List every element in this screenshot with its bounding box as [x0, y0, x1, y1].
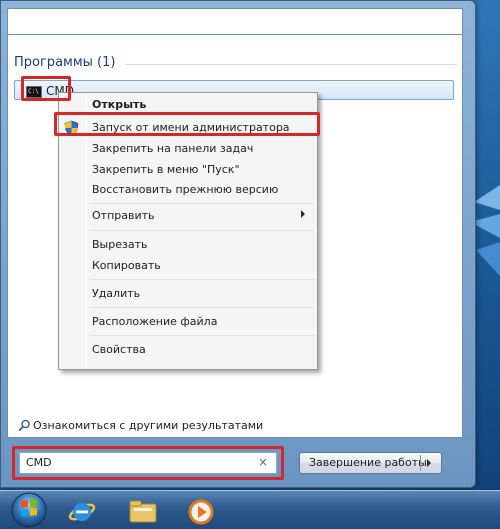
menu-item-file-location[interactable]: Расположение файла	[92, 315, 217, 328]
menu-separator	[89, 203, 314, 204]
menu-item-send-to[interactable]: Отправить	[92, 209, 155, 222]
shutdown-divider	[420, 455, 421, 471]
start-orb-icon[interactable]	[10, 491, 48, 529]
menu-separator	[89, 335, 314, 336]
programs-group-header: Программы (1)	[14, 55, 116, 70]
menu-item-restore-previous[interactable]: Восстановить прежнюю версию	[92, 183, 278, 196]
shutdown-label: Завершение работы	[309, 456, 427, 469]
taskbar	[0, 490, 500, 529]
media-player-icon[interactable]	[183, 495, 219, 528]
highlight-frame-cmd	[21, 76, 71, 101]
internet-explorer-icon[interactable]	[64, 495, 100, 528]
menu-item-cut[interactable]: Вырезать	[92, 238, 147, 251]
menu-separator	[89, 307, 314, 308]
start-menu-top	[7, 8, 463, 36]
menu-separator	[89, 230, 314, 231]
group-header-line	[125, 64, 457, 65]
menu-item-properties[interactable]: Свойства	[92, 343, 146, 356]
menu-item-delete[interactable]: Удалить	[92, 287, 140, 300]
search-icon	[18, 419, 30, 432]
menu-item-open[interactable]: Открыть	[92, 98, 146, 111]
shutdown-button[interactable]: Завершение работы	[299, 452, 442, 474]
highlight-frame-search	[12, 446, 284, 480]
submenu-arrow-icon	[301, 210, 305, 218]
menu-item-copy[interactable]: Копировать	[92, 259, 161, 272]
menu-separator	[89, 279, 314, 280]
shutdown-options-arrow-icon[interactable]	[427, 459, 431, 467]
menu-item-pin-taskbar[interactable]: Закрепить на панели задач	[92, 142, 253, 155]
menu-item-pin-start[interactable]: Закрепить в меню "Пуск"	[92, 163, 240, 176]
highlight-frame-run-as-admin	[54, 112, 320, 136]
more-results-link[interactable]: Ознакомиться с другими результатами	[33, 419, 263, 432]
windows-explorer-icon[interactable]	[125, 495, 161, 528]
